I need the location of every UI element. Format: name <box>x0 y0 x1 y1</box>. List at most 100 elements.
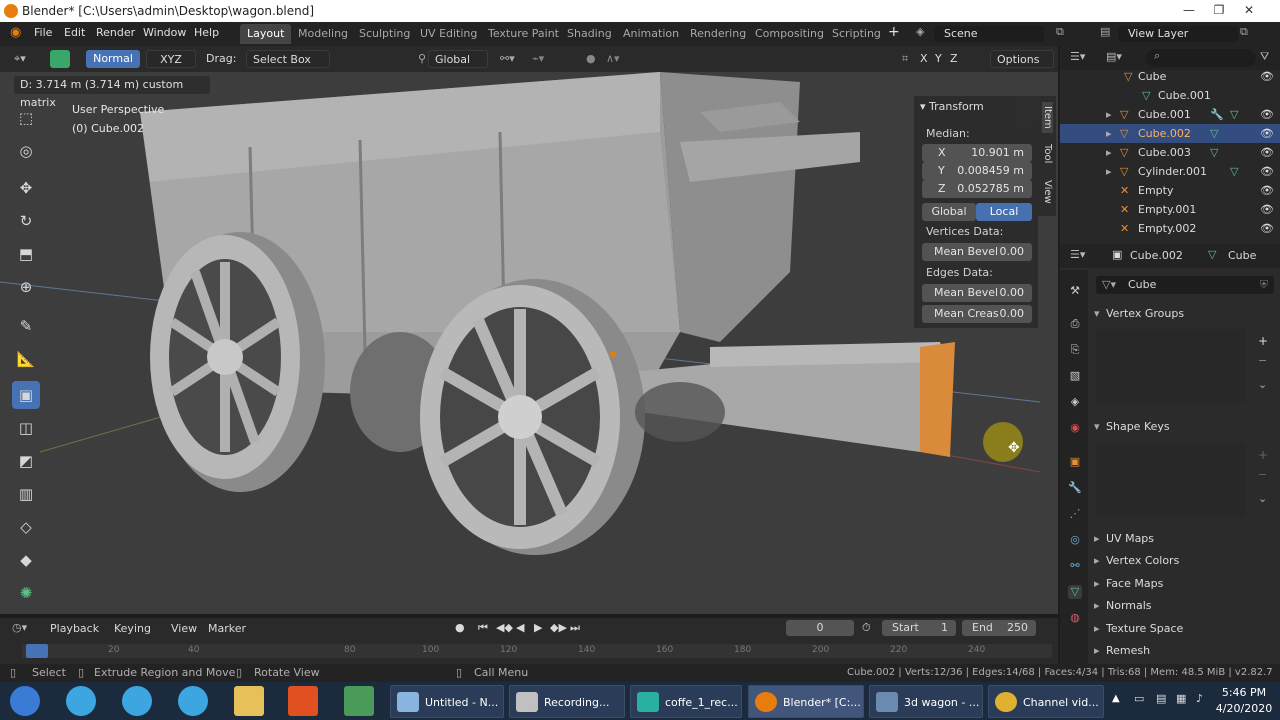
outliner-row[interactable]: ▸ ▽ Cylinder.001 ▽ 👁 <box>1060 162 1280 181</box>
menu-file[interactable]: File <box>34 26 52 39</box>
task-chrome[interactable]: Channel vid... <box>988 685 1104 718</box>
mesh-data-selector[interactable]: ▽▾ Cube ⛨ <box>1096 276 1274 294</box>
normal-toggle[interactable]: Normal <box>86 50 140 68</box>
start-button-icon[interactable] <box>10 686 40 716</box>
proportional-icon[interactable]: ● <box>580 50 602 68</box>
eye-icon[interactable]: 👁 <box>1260 105 1274 124</box>
outliner-row[interactable]: ▽ Cube.001 <box>1060 86 1280 105</box>
outliner-row[interactable]: ▸ ▽ Cube.003 ▽ 👁 <box>1060 143 1280 162</box>
outliner-row[interactable]: ✕ Empty.002 👁 <box>1060 219 1280 238</box>
mirror-z[interactable]: Z <box>944 50 964 68</box>
blender-menu-icon[interactable]: ◉ <box>10 25 21 40</box>
shape-keys-list[interactable] <box>1096 443 1246 517</box>
timeline-editor-icon[interactable]: ◷▾ <box>12 621 27 634</box>
scene-selector[interactable]: Scene <box>934 26 1044 42</box>
record-icon[interactable]: ● <box>455 621 465 634</box>
task-coffee[interactable]: coffe_1_rec... <box>630 685 742 718</box>
preview-range-icon[interactable]: ⏱ <box>862 621 871 635</box>
maximize-button[interactable]: ❐ <box>1204 0 1234 20</box>
shape-keys-section[interactable]: Shape Keys <box>1090 416 1274 438</box>
add-shape-key-button[interactable]: + <box>1258 448 1268 462</box>
clock-date[interactable]: 4/20/2020 <box>1212 702 1276 715</box>
render-tab-icon[interactable]: ⎙ <box>1068 317 1082 331</box>
current-frame-field[interactable]: 0 <box>786 620 854 636</box>
knife-tool-icon[interactable]: ◇ <box>12 513 40 541</box>
view-layer-tab-icon[interactable]: ▧ <box>1068 369 1082 383</box>
task-blender[interactable]: Blender* [C:... <box>748 685 864 718</box>
median-y-field[interactable]: Y 0.008459 m <box>922 162 1032 180</box>
orientation-select[interactable]: Global <box>428 50 488 68</box>
measure-tool-icon[interactable]: 📐 <box>12 345 40 373</box>
task-untitled-notepad[interactable]: Untitled - N... <box>390 685 504 718</box>
add-vertex-group-button[interactable]: + <box>1258 334 1268 348</box>
new-scene-icon[interactable]: ⧉ <box>1056 25 1064 39</box>
expand-arrow-icon[interactable]: ▸ <box>1106 143 1112 162</box>
remove-vertex-group-button[interactable]: − <box>1258 354 1267 367</box>
minimize-button[interactable]: — <box>1174 0 1204 20</box>
vertex-groups-section[interactable]: Vertex Groups <box>1090 303 1274 325</box>
vertex-colors-section[interactable]: Vertex Colors <box>1090 550 1274 572</box>
task-3d-wagon[interactable]: 3d wagon - ... <box>869 685 983 718</box>
menu-edit[interactable]: Edit <box>64 26 85 39</box>
face-maps-section[interactable]: Face Maps <box>1090 573 1274 595</box>
start-frame-field[interactable]: Start 1 <box>882 620 956 636</box>
tab-uv-editing[interactable]: UV Editing <box>413 24 484 44</box>
mirror-icon[interactable]: ⌗ <box>896 50 914 68</box>
eye-icon[interactable]: 👁 <box>1260 219 1274 238</box>
modifier-tab-icon[interactable]: 🔧 <box>1068 481 1082 495</box>
tray-icon-1[interactable]: ▭ <box>1134 692 1144 705</box>
playhead[interactable] <box>26 644 48 658</box>
mean-crease-field[interactable]: Mean Creas 0.00 <box>922 305 1032 323</box>
transform-tool-icon[interactable]: ⊕ <box>12 273 40 301</box>
tab-compositing[interactable]: Compositing <box>748 24 831 44</box>
tab-animation[interactable]: Animation <box>616 24 686 44</box>
loop-cut-tool-icon[interactable]: ▥ <box>12 480 40 508</box>
tab-shading[interactable]: Shading <box>560 24 619 44</box>
bevel-tool-icon[interactable]: ◩ <box>12 447 40 475</box>
tool-tab-icon[interactable]: ⚒ <box>1068 284 1082 298</box>
close-button[interactable]: ✕ <box>1234 0 1264 20</box>
task-recording[interactable]: Recording... <box>509 685 625 718</box>
jump-end-icon[interactable]: ⏭ <box>570 621 580 635</box>
outliner-row[interactable]: ✕ Empty.001 👁 <box>1060 200 1280 219</box>
next-keyframe-icon[interactable]: ◆▶ <box>550 621 567 634</box>
ie-icon-2[interactable] <box>122 686 152 716</box>
frame-ruler[interactable]: 20 40 80 100 120 140 160 180 200 220 240 <box>22 644 1052 658</box>
network-icon[interactable]: ▦ <box>1176 692 1186 705</box>
drag-select[interactable]: Select Box <box>246 50 330 68</box>
normals-section[interactable]: Normals <box>1090 595 1274 617</box>
tab-rendering[interactable]: Rendering <box>683 24 753 44</box>
outliner-search-input[interactable]: ⌕ <box>1146 49 1256 67</box>
end-frame-field[interactable]: End 250 <box>962 620 1036 636</box>
outliner-row[interactable]: ▸ ▽ Cube.001 🔧 ▽ 👁 <box>1060 105 1280 124</box>
extrude-tool-icon[interactable]: ▣ <box>12 381 40 409</box>
object-tab-icon[interactable]: ▣ <box>1068 455 1082 469</box>
menu-help[interactable]: Help <box>194 26 219 39</box>
snap-icon[interactable]: ⌁▾ <box>526 50 550 68</box>
tab-sculpting[interactable]: Sculpting <box>352 24 417 44</box>
menu-keying[interactable]: Keying <box>114 622 151 635</box>
file-explorer-icon[interactable] <box>234 686 264 716</box>
outliner-row[interactable]: ▽ Cube 👁 <box>1060 67 1280 86</box>
eye-icon[interactable]: 👁 <box>1260 181 1274 200</box>
filter-icon[interactable]: ▤▾ <box>1106 50 1122 63</box>
shape-key-menu-icon[interactable]: ⌄ <box>1258 492 1267 505</box>
ie-icon-3[interactable] <box>178 686 208 716</box>
poly-build-tool-icon[interactable]: ◆ <box>12 546 40 574</box>
local-toggle[interactable]: Local <box>976 203 1032 221</box>
edit-mode-icon[interactable] <box>50 50 70 68</box>
median-z-field[interactable]: Z 0.052785 m <box>922 180 1032 198</box>
move-tool-icon[interactable]: ✥ <box>12 174 40 202</box>
texture-space-section[interactable]: Texture Space <box>1090 618 1274 640</box>
app-icon[interactable] <box>344 686 374 716</box>
tab-tool[interactable]: Tool <box>1042 140 1053 167</box>
new-view-layer-icon[interactable]: ⧉ <box>1240 25 1248 39</box>
eye-icon[interactable]: 👁 <box>1260 143 1274 162</box>
median-x-field[interactable]: X 10.901 m <box>922 144 1032 162</box>
tab-modeling[interactable]: Modeling <box>291 24 355 44</box>
eye-icon[interactable]: 👁 <box>1260 200 1274 219</box>
outliner-row-selected[interactable]: ▸ ▽ Cube.002 ▽ 👁 <box>1060 124 1280 143</box>
uv-maps-section[interactable]: UV Maps <box>1090 528 1274 550</box>
tab-item[interactable]: Item <box>1042 102 1053 133</box>
vertex-groups-list[interactable] <box>1096 329 1246 403</box>
